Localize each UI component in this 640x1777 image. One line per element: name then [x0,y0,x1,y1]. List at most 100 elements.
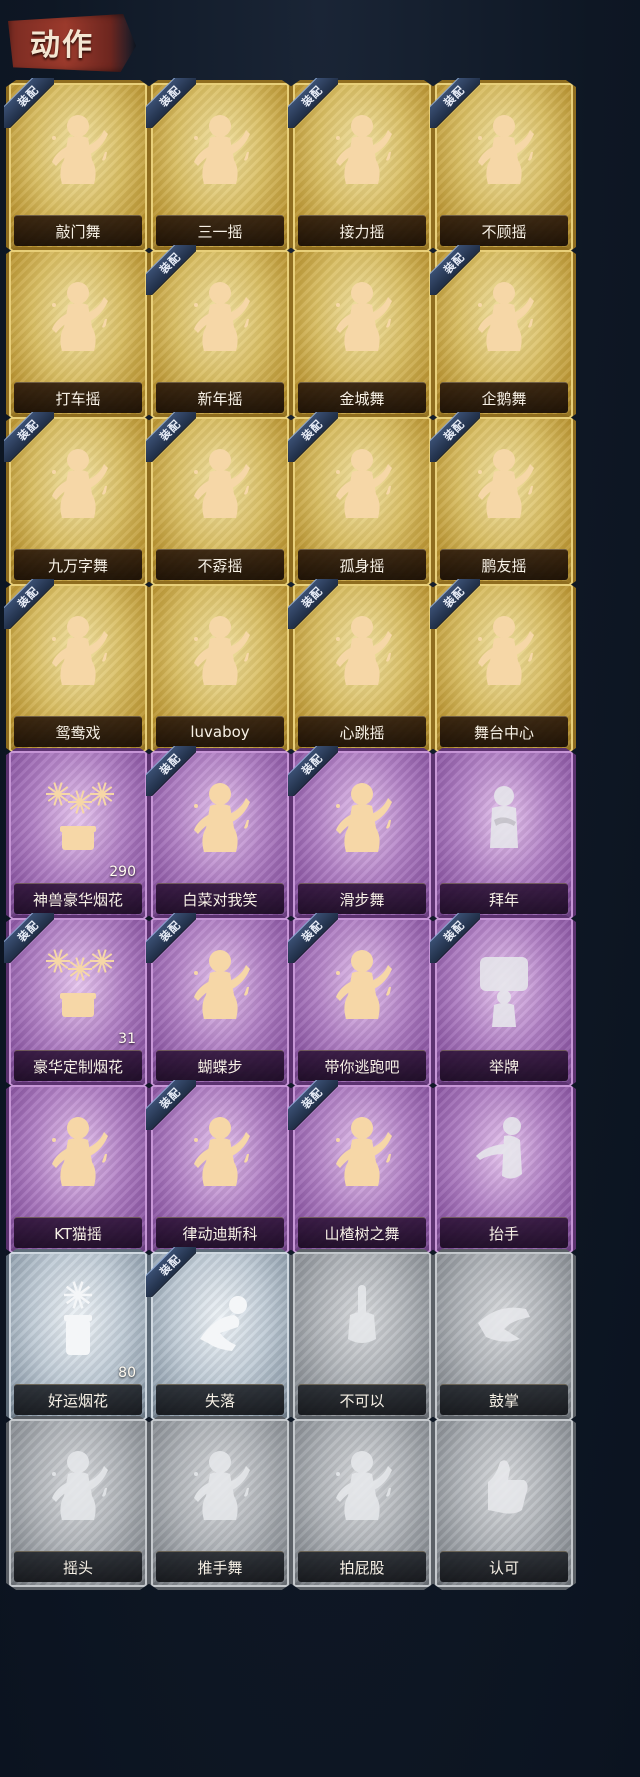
emote-name: 九万字舞 [47,556,108,575]
emote-card[interactable]: 新年摇 装配 [146,245,294,423]
equipped-badge: 装配 [146,245,196,295]
label-bar: 失落 [156,1384,284,1415]
emote-card[interactable]: 滑步舞 装配 [288,746,436,924]
equipped-badge: 装配 [146,78,196,128]
equipped-ribbon: 装配 [146,746,196,796]
label-bar: 不孬摇 [156,549,284,580]
emote-card[interactable]: 鹏友摇 装配 [430,412,578,590]
equipped-badge: 装配 [288,78,338,128]
emote-card[interactable]: 带你逃跑吧 装配 [288,913,436,1091]
label-bar: 金城舞 [298,382,426,413]
label-bar: 豪华定制烟花 [14,1050,142,1081]
emote-card[interactable]: 不可以 [288,1247,436,1425]
equipped-badge: 装配 [146,746,196,796]
equipped-label: 装配 [157,417,184,444]
equipped-ribbon: 装配 [288,412,338,462]
equipped-label: 装配 [299,751,326,778]
equipped-ribbon: 装配 [288,78,338,128]
emote-card[interactable]: 打车摇 [4,245,152,423]
emote-name: 不可以 [339,1391,385,1410]
label-bar: 新年摇 [156,382,284,413]
finger-wag-icon [348,1285,376,1343]
emote-card[interactable]: 失落 装配 [146,1247,294,1425]
emote-card[interactable]: 不孬摇 装配 [146,412,294,590]
emote-name: 拜年 [488,890,519,909]
dance-pose-icon [194,1451,250,1520]
equipped-label: 装配 [157,83,184,110]
emote-card[interactable]: 白菜对我笑 装配 [146,746,294,924]
label-bar: 鼓掌 [440,1384,568,1415]
emote-card[interactable]: 举牌 装配 [430,913,578,1091]
emote-card[interactable]: 290 神兽豪华烟花 [4,746,152,924]
emote-name: 神兽豪华烟花 [32,890,123,909]
equipped-badge: 装配 [4,412,54,462]
emote-card[interactable]: 蝴蝶步 装配 [146,913,294,1091]
label-bar: 抬手 [440,1217,568,1248]
label-bar: 不可以 [298,1384,426,1415]
emote-card[interactable]: 三一摇 装配 [146,78,294,256]
equipped-label: 装配 [157,918,184,945]
emote-name: 孤身摇 [339,556,385,575]
emote-name: 山楂树之舞 [324,1224,400,1243]
emote-card[interactable]: 拜年 [430,746,578,924]
emote-name: 摇头 [62,1558,93,1577]
emote-card[interactable]: 拍屁股 [288,1414,436,1592]
emote-card[interactable]: 不顾摇 装配 [430,78,578,256]
label-bar: 心跳摇 [298,716,426,747]
emote-name: 认可 [488,1558,519,1577]
equipped-ribbon: 装配 [288,1080,338,1130]
emote-name: 金城舞 [339,389,385,408]
emote-card[interactable]: 敲门舞 装配 [4,78,152,256]
emote-card[interactable]: 认可 [430,1414,578,1592]
emote-card[interactable]: luvaboy [146,579,294,757]
emote-name: 企鹅舞 [481,389,527,408]
emote-name: 推手舞 [197,1558,243,1577]
emote-name: 接力摇 [339,222,385,241]
emote-card[interactable]: 推手舞 [146,1414,294,1592]
dance-pose-icon [336,282,392,351]
emote-name: 律动迪斯科 [182,1224,258,1243]
equipped-label: 装配 [441,417,468,444]
emote-card[interactable]: 摇头 [4,1414,152,1592]
emote-name: 心跳摇 [339,723,385,742]
emote-card[interactable]: 鸳鸯戏 装配 [4,579,152,757]
equipped-label: 装配 [441,83,468,110]
emote-card[interactable]: 80 好运烟花 [4,1247,152,1425]
emote-name: 不顾摇 [481,222,527,241]
dance-pose-icon [52,282,108,351]
emote-card[interactable]: 九万字舞 装配 [4,412,152,590]
emote-card[interactable]: 企鹅舞 装配 [430,245,578,423]
equipped-badge: 装配 [430,78,480,128]
emote-name: 新年摇 [197,389,243,408]
emote-card[interactable]: 心跳摇 装配 [288,579,436,757]
dance-pose-icon [52,1117,108,1186]
equipped-badge: 装配 [146,1080,196,1130]
emote-card[interactable]: 抬手 [430,1080,578,1258]
emote-card[interactable]: 山楂树之舞 装配 [288,1080,436,1258]
emote-name: 蝴蝶步 [197,1057,243,1076]
item-count: 290 [109,864,136,880]
emote-card[interactable]: 31 豪华定制烟花 装配 [4,913,152,1091]
label-bar: 孤身摇 [298,549,426,580]
emote-card[interactable]: 接力摇 装配 [288,78,436,256]
equipped-ribbon: 装配 [146,245,196,295]
equipped-label: 装配 [157,1085,184,1112]
equipped-label: 装配 [441,584,468,611]
equipped-ribbon: 装配 [430,579,480,629]
label-bar: 不顾摇 [440,215,568,246]
equipped-badge: 装配 [288,746,338,796]
emote-card[interactable]: 律动迪斯科 装配 [146,1080,294,1258]
equipped-badge: 装配 [430,412,480,462]
emote-card[interactable]: 舞台中心 装配 [430,579,578,757]
emote-card[interactable]: 孤身摇 装配 [288,412,436,590]
item-count: 31 [118,1031,136,1047]
emote-card[interactable]: 金城舞 [288,245,436,423]
emote-name: luvaboy [190,723,250,741]
emote-name: 舞台中心 [473,723,534,742]
emote-card[interactable]: 鼓掌 [430,1247,578,1425]
equipped-ribbon: 装配 [430,78,480,128]
equipped-label: 装配 [157,1252,184,1279]
emote-card[interactable]: KT猫摇 [4,1080,152,1258]
emote-name: 三一摇 [197,222,243,241]
equipped-ribbon: 装配 [146,1247,196,1297]
